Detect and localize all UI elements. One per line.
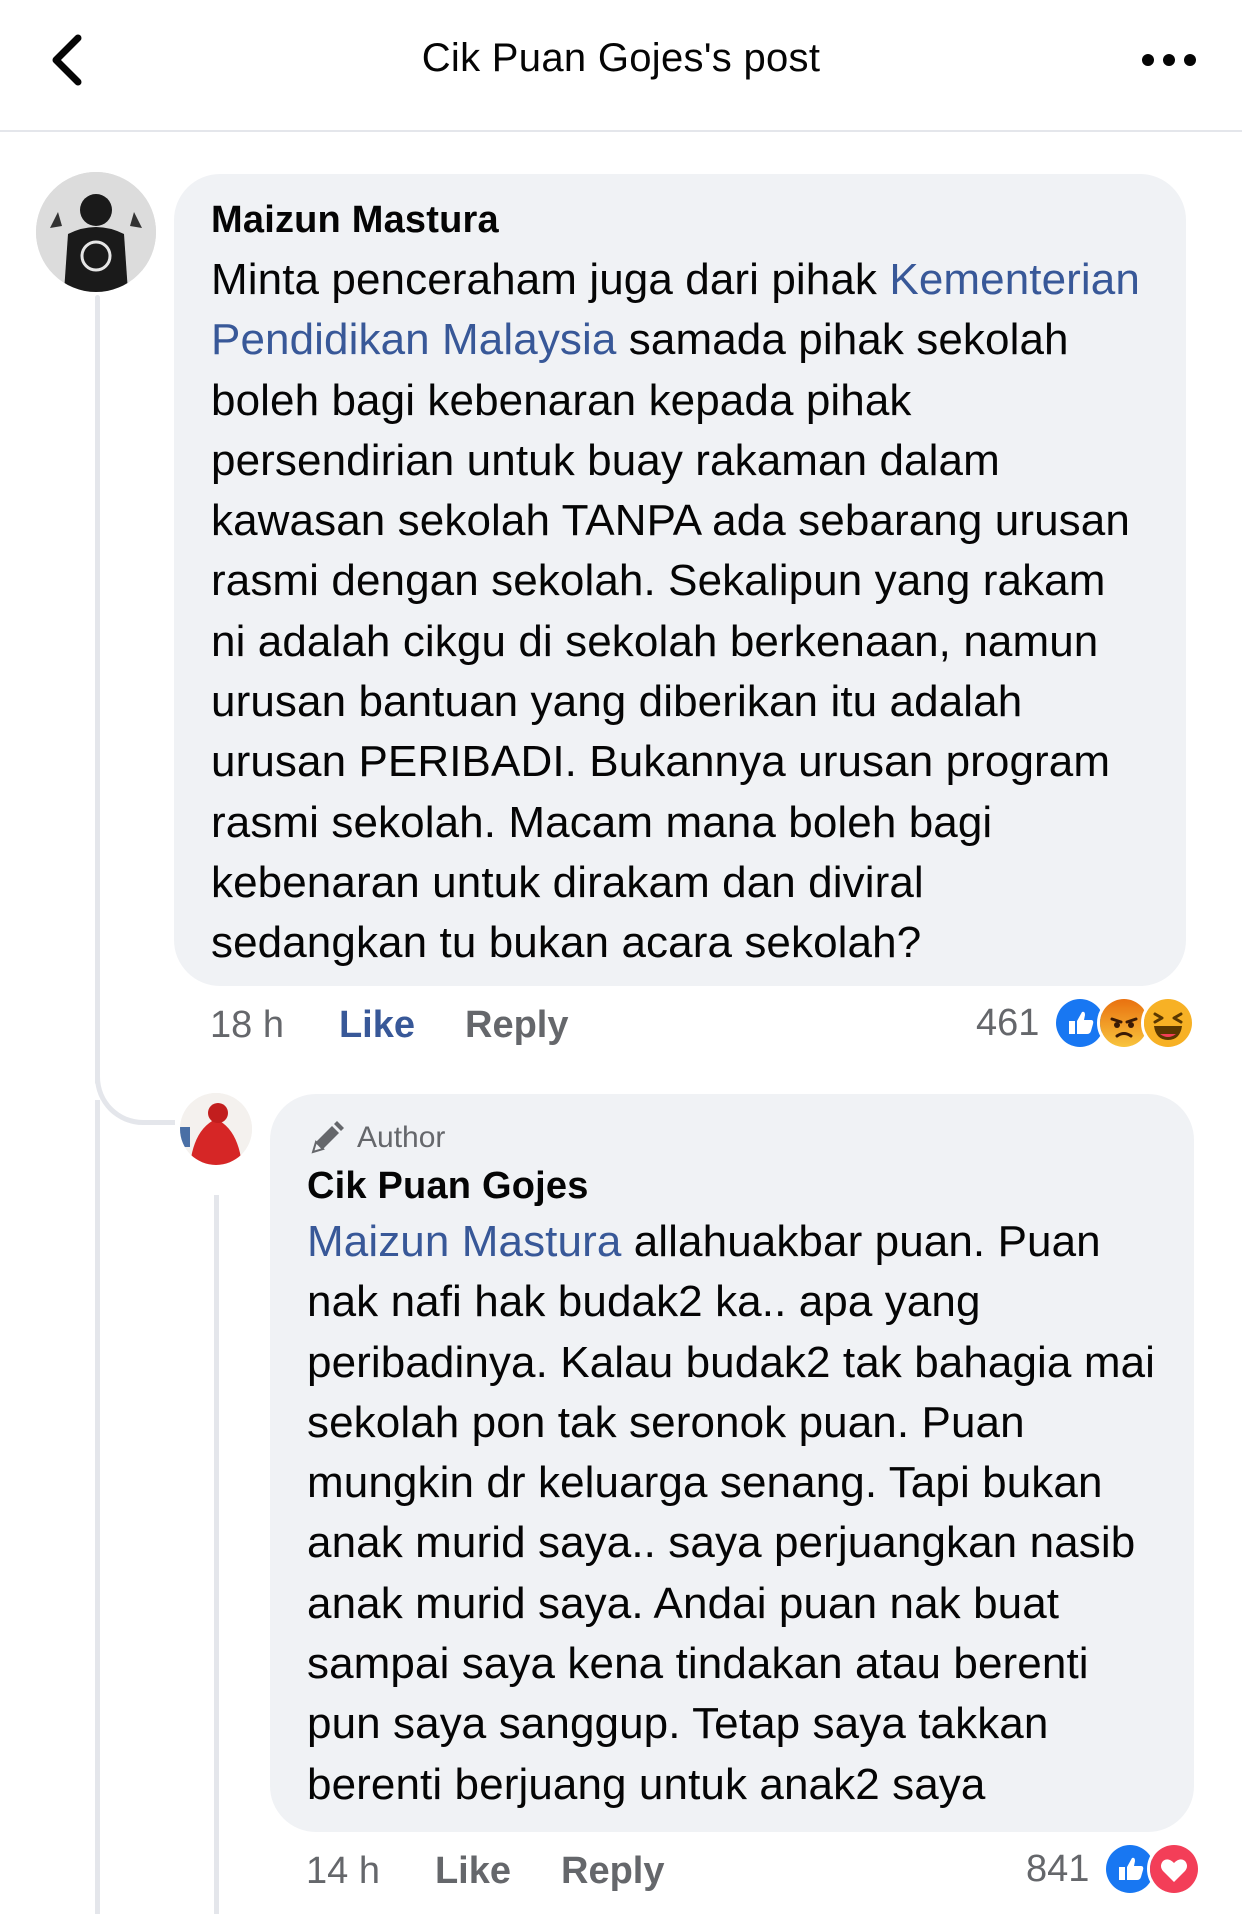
comment-bubble: Maizun Mastura Minta penceraham juga dar…	[174, 174, 1186, 986]
top-bar: Cik Puan Gojes's post	[0, 0, 1242, 132]
reply-text: Maizun Mastura allahuakbar puan. Puan na…	[307, 1212, 1158, 1815]
reaction-count: 841	[1026, 1847, 1090, 1890]
reply-actions: 14 h Like Reply	[306, 1846, 665, 1896]
comment-text-after: samada pihak sekolah boleh bagi kebenara…	[211, 315, 1130, 968]
reply-thread-line	[214, 1195, 219, 1914]
reply-author-name[interactable]: Cik Puan Gojes	[307, 1162, 1158, 1210]
more-horizontal-icon	[1142, 54, 1196, 66]
author-badge: Author	[307, 1116, 1158, 1160]
reply-timestamp[interactable]: 14 h	[306, 1850, 380, 1893]
reply-text-after: allahuakbar puan. Puan nak nafi hak buda…	[307, 1217, 1156, 1809]
avatar-image	[180, 1093, 252, 1165]
thread-line	[95, 295, 100, 1085]
love-reaction-icon	[1147, 1842, 1202, 1896]
comment-timestamp[interactable]: 18 h	[210, 1004, 284, 1047]
reply-author-avatar[interactable]	[180, 1093, 252, 1165]
thread-connector	[95, 1025, 175, 1125]
comment-text-before: Minta penceraham juga dari pihak	[211, 255, 890, 304]
author-badge-label: Author	[357, 1121, 446, 1154]
haha-reaction-icon	[1141, 996, 1196, 1050]
reply-reactions-summary[interactable]: 841	[1026, 1842, 1202, 1896]
like-button[interactable]: Like	[339, 1004, 415, 1047]
mention-link[interactable]: Maizun Mastura	[307, 1217, 621, 1266]
thread-line	[95, 1100, 100, 1914]
more-options-button[interactable]	[1140, 48, 1200, 72]
commenter-avatar[interactable]	[36, 172, 156, 292]
reactions-summary[interactable]: 461	[976, 996, 1196, 1050]
page-title: Cik Puan Gojes's post	[421, 36, 821, 80]
comment-text: Minta penceraham juga dari pihak Kemente…	[211, 250, 1150, 974]
commenter-name[interactable]: Maizun Mastura	[211, 196, 1150, 244]
avatar-image	[36, 172, 156, 292]
reply-reply-button[interactable]: Reply	[561, 1850, 664, 1893]
reply-button[interactable]: Reply	[465, 1004, 568, 1047]
pencil-icon	[311, 1121, 344, 1154]
reply-like-button[interactable]: Like	[435, 1850, 511, 1893]
comment-actions: 18 h Like Reply	[210, 1000, 569, 1050]
reply-bubble: Author Cik Puan Gojes Maizun Mastura all…	[270, 1094, 1194, 1832]
reaction-count: 461	[976, 1001, 1040, 1044]
